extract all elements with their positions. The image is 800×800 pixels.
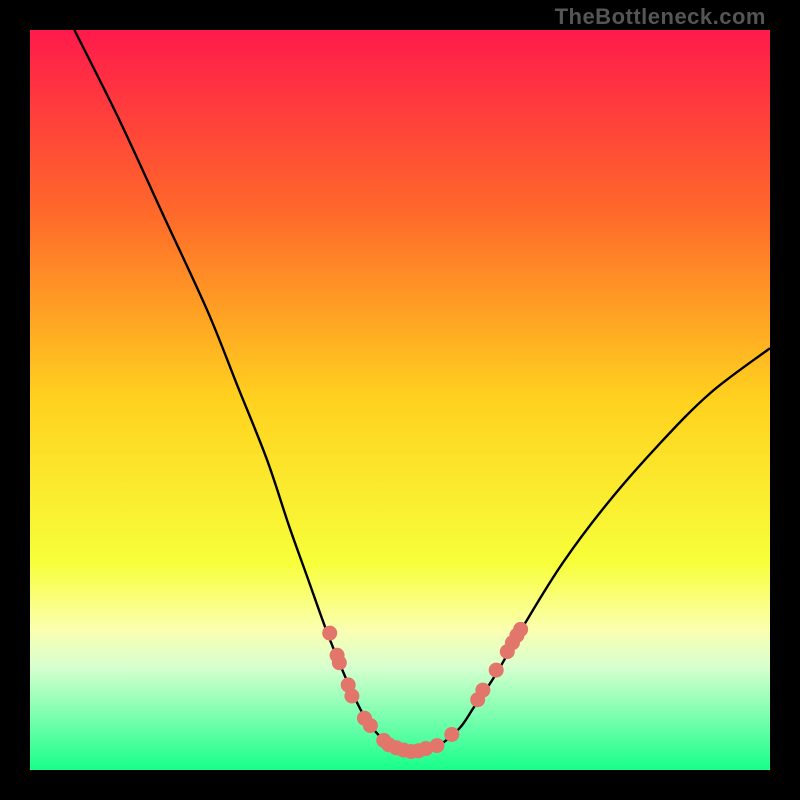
marker-point bbox=[344, 689, 359, 704]
marker-point bbox=[363, 718, 378, 733]
chart-svg bbox=[30, 30, 770, 770]
marker-point bbox=[489, 663, 504, 678]
marker-point bbox=[322, 626, 337, 641]
marker-point bbox=[475, 683, 490, 698]
chart-outer-frame: TheBottleneck.com bbox=[0, 0, 800, 800]
watermark-text: TheBottleneck.com bbox=[555, 4, 766, 30]
marker-point bbox=[332, 655, 347, 670]
gradient-background bbox=[30, 30, 770, 770]
marker-point bbox=[513, 622, 528, 637]
marker-point bbox=[444, 727, 459, 742]
marker-point bbox=[430, 738, 445, 753]
plot-area bbox=[30, 30, 770, 770]
